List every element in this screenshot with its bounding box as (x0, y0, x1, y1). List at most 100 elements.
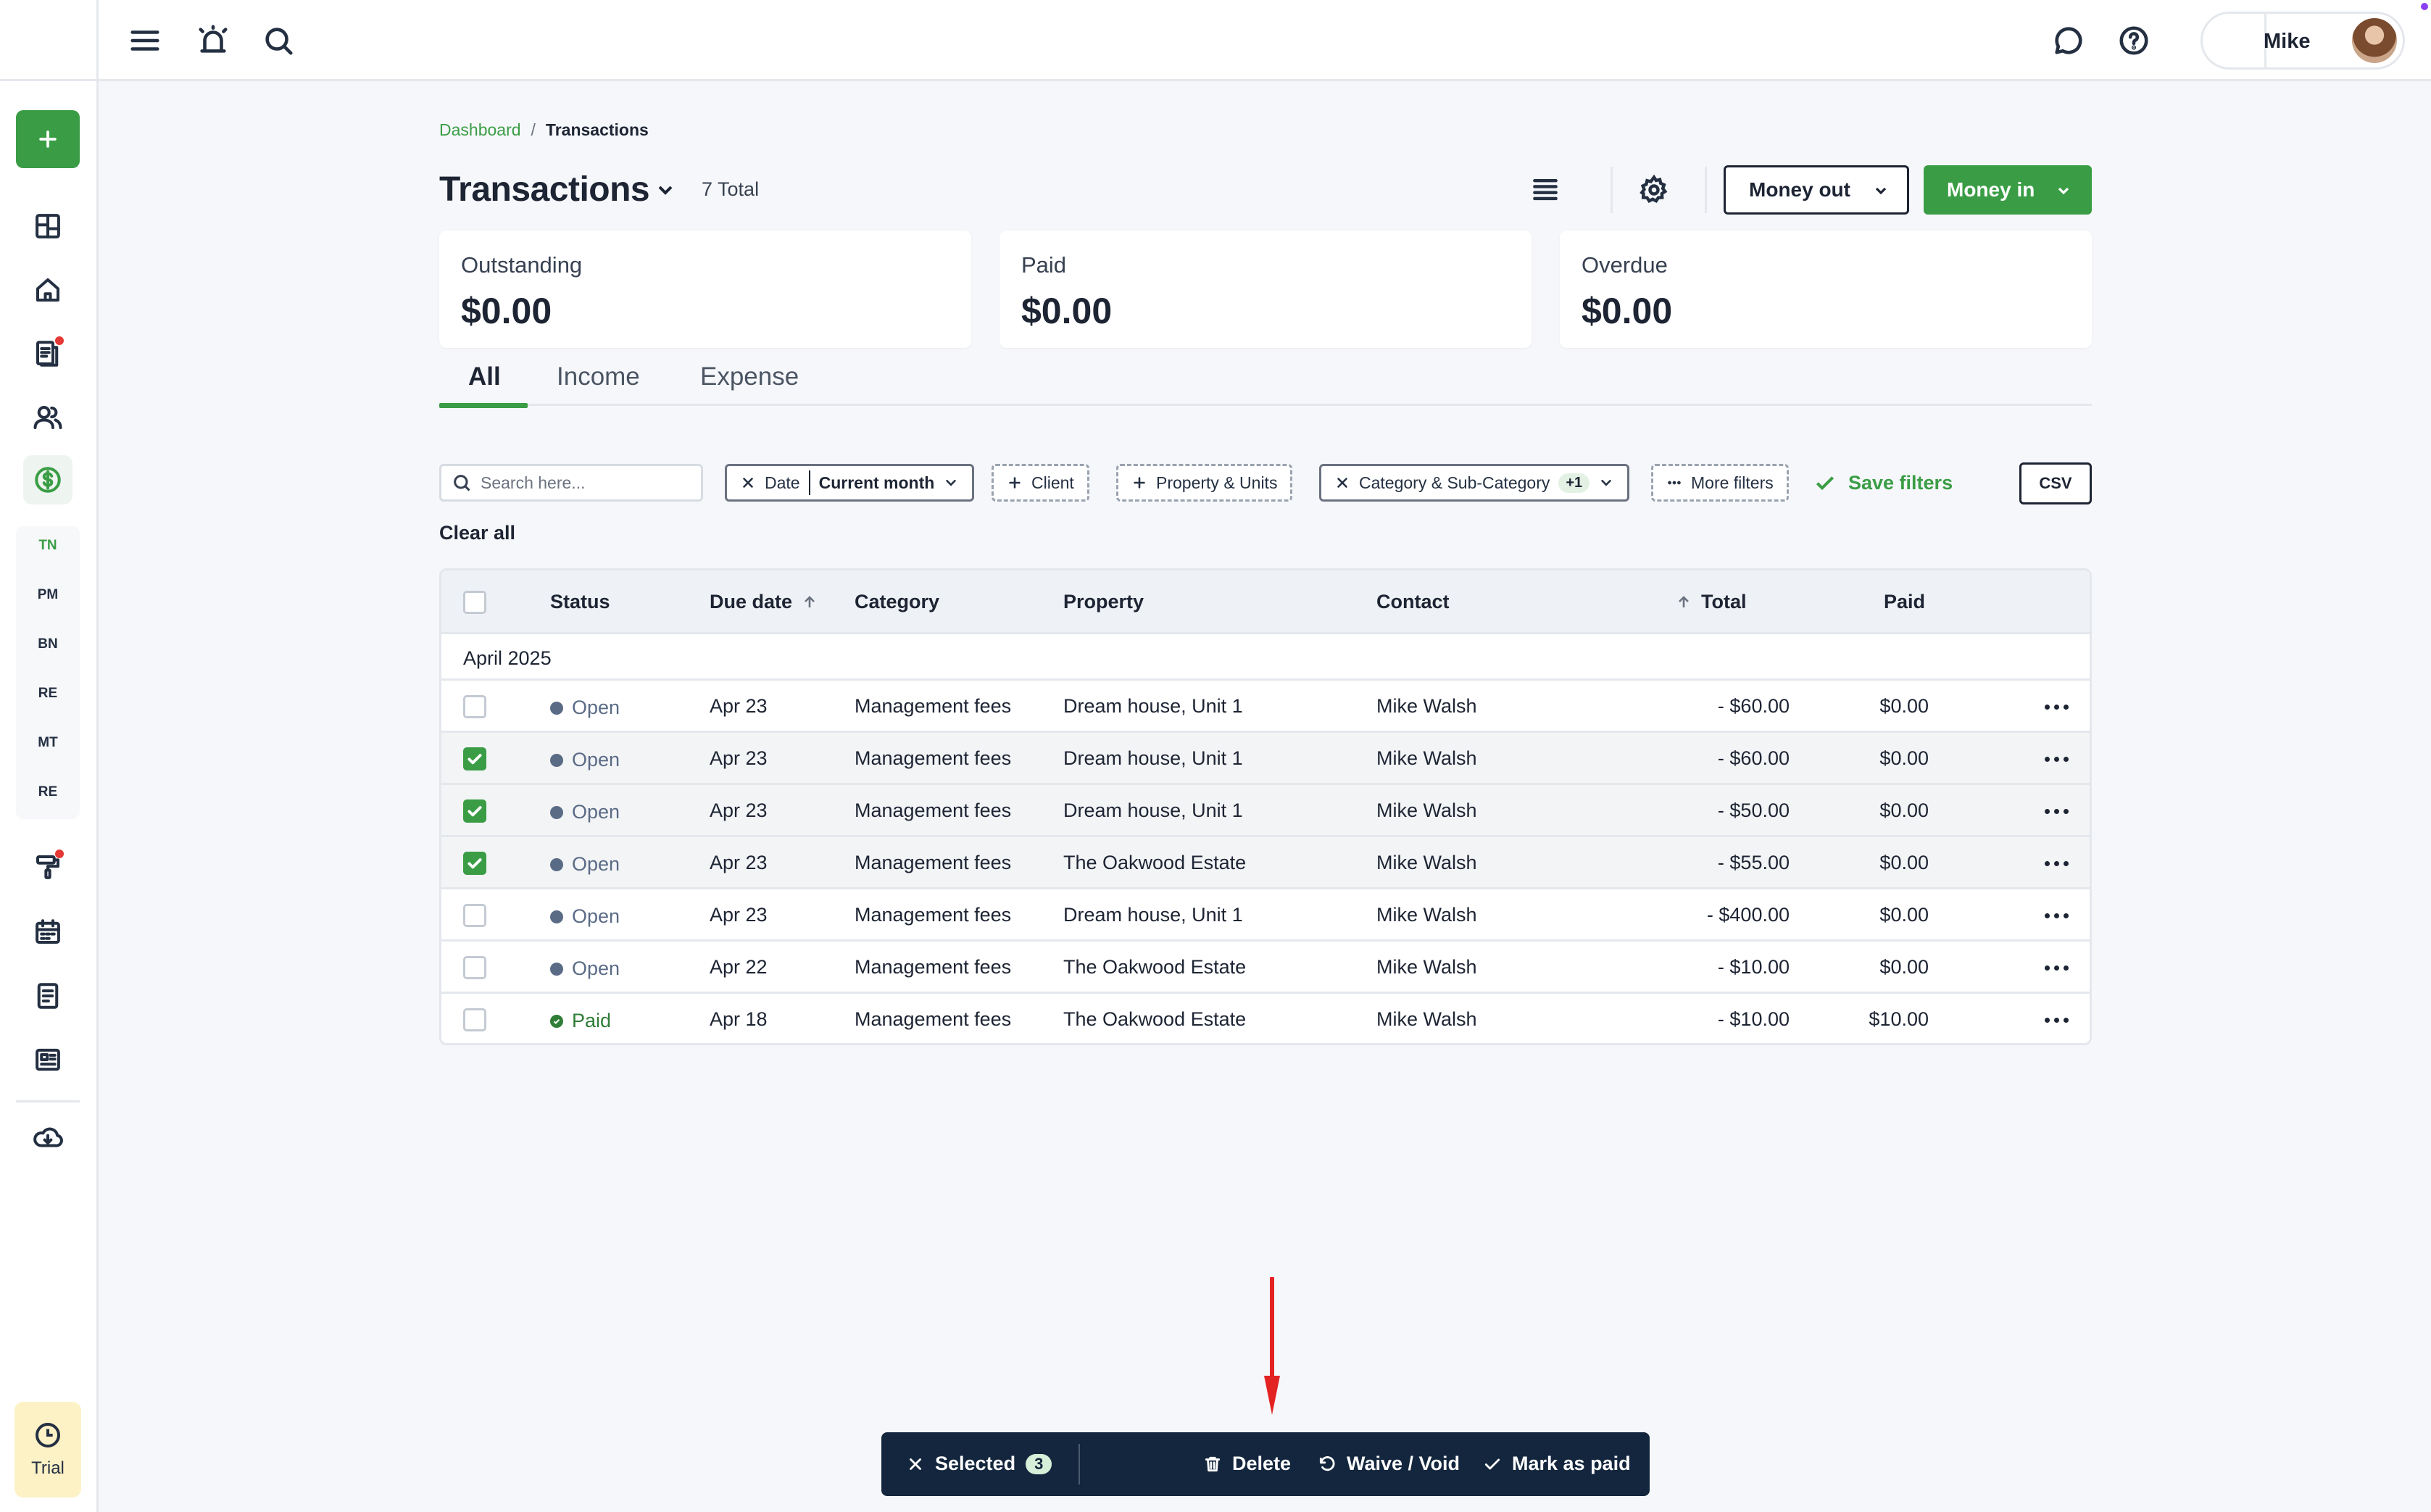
row-checkbox[interactable] (463, 956, 486, 979)
sidebar-item-dashboard[interactable] (23, 202, 72, 251)
column-header-paid[interactable]: Paid (1884, 591, 1925, 613)
column-header-category[interactable]: Category (855, 591, 939, 613)
settings-button[interactable] (1629, 165, 1679, 215)
sidebar-sub-item[interactable]: RE (16, 686, 80, 702)
delete-button[interactable]: Delete (1203, 1453, 1291, 1475)
table-row[interactable]: Paid Apr 18 Management fees The Oakwood Est… (441, 994, 2090, 1043)
paid-cell: $0.00 (1879, 747, 1929, 769)
row-more-actions-button[interactable] (2036, 695, 2077, 718)
column-header-contact[interactable]: Contact (1376, 591, 1450, 613)
table-row[interactable]: Open Apr 22 Management fees The Oakwood Est… (441, 942, 2090, 994)
plus-icon (1009, 477, 1021, 489)
property-cell: The Oakwood Estate (1063, 956, 1247, 978)
close-icon[interactable] (740, 475, 756, 491)
row-more-actions-button[interactable] (2036, 904, 2077, 927)
table-row[interactable]: Open Apr 23 Management fees Dream house, Un… (441, 681, 2090, 733)
row-checkbox[interactable] (463, 747, 486, 770)
save-filters-button[interactable]: Save filters (1813, 464, 1953, 502)
breadcrumb-current: Transactions (545, 120, 649, 139)
help-circle-icon (2119, 26, 2148, 55)
sidebar-item-properties[interactable] (23, 265, 72, 315)
sidebar-sub-item[interactable]: TN (16, 538, 80, 554)
column-header-status[interactable]: Status (550, 591, 610, 613)
breadcrumb-dashboard-link[interactable]: Dashboard (439, 120, 521, 140)
paid-cell: $0.00 (1879, 799, 1929, 821)
row-checkbox[interactable] (463, 695, 486, 718)
sidebar-item-reports[interactable] (23, 1035, 72, 1084)
row-checkbox[interactable] (463, 852, 486, 875)
table-row[interactable]: Open Apr 23 Management fees Dream house, Un… (441, 889, 2090, 942)
checkmark-icon (1816, 476, 1834, 491)
sidebar-item-people[interactable] (23, 393, 72, 442)
row-more-actions-button[interactable] (2036, 799, 2077, 823)
sidebar-sub-item[interactable]: MT (16, 735, 80, 751)
row-checkbox[interactable] (463, 904, 486, 927)
table-row[interactable]: Open Apr 23 Management fees Dream house, Un… (441, 785, 2090, 837)
select-all-checkbox[interactable] (463, 591, 486, 614)
list-view-button[interactable] (1521, 165, 1570, 215)
row-more-actions-button[interactable] (2036, 1008, 2077, 1031)
sidebar-sub-item[interactable]: RE (16, 784, 80, 800)
clear-selection-button[interactable]: Selected 3 (906, 1453, 1052, 1475)
date-filter-value: Current month (818, 473, 935, 492)
table-row[interactable]: Open Apr 23 Management fees The Oakwood Est… (441, 837, 2090, 889)
hamburger-menu-icon (130, 30, 159, 51)
category-filter-chip[interactable]: Category & Sub-Category +1 (1319, 464, 1630, 502)
paid-check-icon (550, 1014, 563, 1028)
clear-all-button[interactable]: Clear all (439, 522, 515, 544)
sidebar-item-download[interactable] (23, 1113, 72, 1163)
due-date-cell: Apr 23 (710, 852, 768, 873)
sidebar-item-calendar[interactable] (23, 907, 72, 957)
tab-income[interactable]: Income (557, 362, 640, 406)
search-button[interactable] (257, 19, 300, 62)
user-menu-button[interactable]: Mike (2201, 12, 2405, 70)
row-checkbox[interactable] (463, 1008, 486, 1031)
tab-all[interactable]: All (468, 362, 501, 406)
sidebar-item-notes[interactable] (23, 971, 72, 1021)
search-input[interactable] (481, 473, 691, 493)
cloud-download-icon (33, 1127, 63, 1147)
column-header-due-date[interactable]: Due date (710, 591, 818, 613)
waive-void-label: Waive / Void (1347, 1453, 1460, 1474)
money-in-button[interactable]: Money in (1924, 165, 2092, 215)
newspaper-icon (36, 1048, 60, 1071)
table-row[interactable]: Open Apr 23 Management fees Dream house, Un… (441, 733, 2090, 785)
column-header-property[interactable]: Property (1063, 591, 1144, 613)
row-more-actions-button[interactable] (2036, 747, 2077, 770)
tab-expense[interactable]: Expense (700, 362, 799, 406)
column-header-total[interactable]: Total (1675, 591, 1747, 613)
title-dropdown-button[interactable] (654, 178, 677, 202)
total-cell: - $10.00 (1717, 1008, 1790, 1030)
sidebar-sub-item[interactable]: BN (16, 636, 80, 652)
row-more-actions-button[interactable] (2036, 956, 2077, 979)
sidebar-logo-area (0, 0, 96, 81)
waive-void-button[interactable]: Waive / Void (1318, 1453, 1460, 1475)
sidebar-item-maintenance[interactable] (23, 842, 72, 892)
close-icon[interactable] (1334, 475, 1350, 491)
status-badge: Open (550, 958, 620, 980)
status-label: Open (572, 801, 620, 823)
sidebar-item-leases[interactable] (23, 329, 72, 378)
client-filter-chip[interactable]: Client (992, 464, 1089, 502)
menu-button[interactable] (123, 19, 167, 62)
property-filter-chip[interactable]: Property & Units (1116, 464, 1293, 502)
messages-button[interactable] (2047, 19, 2090, 62)
sidebar-item-accounting[interactable] (23, 455, 72, 504)
sidebar-sub-item[interactable]: PM (16, 587, 80, 603)
avatar (2352, 18, 2397, 63)
money-out-button[interactable]: Money out (1724, 165, 1909, 215)
trial-button[interactable]: Trial (14, 1402, 81, 1498)
alerts-button[interactable] (191, 19, 235, 62)
mark-as-paid-button[interactable]: Mark as paid (1483, 1453, 1631, 1475)
more-filters-chip[interactable]: More filters (1651, 464, 1789, 502)
arrow-up-icon (805, 595, 815, 607)
row-checkbox[interactable] (463, 799, 486, 823)
date-filter-chip[interactable]: Date Current month (725, 464, 975, 502)
row-more-actions-button[interactable] (2036, 852, 2077, 875)
overdue-value: $0.00 (1582, 291, 1673, 331)
help-button[interactable] (2112, 19, 2156, 62)
add-new-button[interactable] (16, 110, 80, 168)
csv-export-button[interactable]: CSV (2019, 462, 2092, 504)
outstanding-card: Outstanding $0.00 (439, 230, 971, 348)
contact-cell: Mike Walsh (1376, 956, 1477, 978)
